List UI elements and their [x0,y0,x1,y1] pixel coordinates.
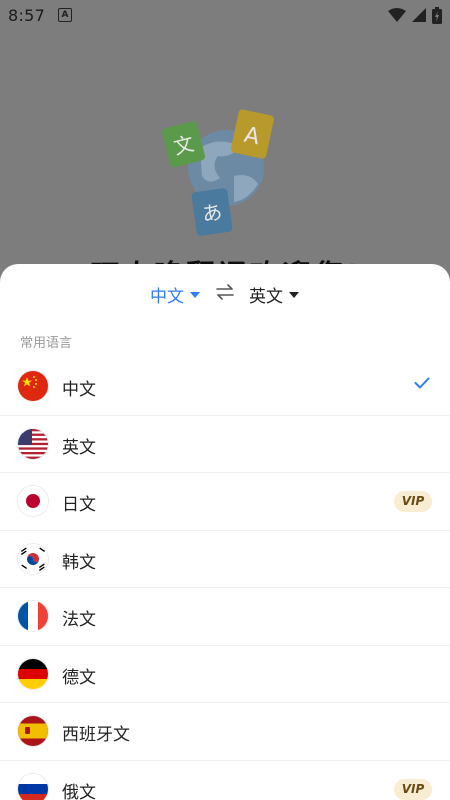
signal-icon [412,8,426,22]
language-label: 日文 [62,495,96,515]
status-icons [388,6,442,24]
language-item-chinese[interactable]: 中文 [0,358,450,416]
checkmark-icon [414,377,430,389]
wifi-icon [388,8,406,22]
chevron-down-icon [289,291,299,298]
hero-section: 文 A あ 叮小咚翻译欢迎您! [0,30,450,292]
china-flag-icon [18,371,48,401]
status-bar: 8:57 A [0,0,450,30]
source-language-label: 中文 [150,287,184,307]
language-label: 法文 [62,610,96,630]
language-item-german[interactable]: 德文 [0,646,450,703]
language-label: 韩文 [62,552,96,573]
chevron-down-icon [190,291,200,298]
source-language-selector[interactable]: 中文 [150,282,200,307]
section-title-common-languages: 常用语言 [20,336,73,351]
language-label: 德文 [62,667,96,688]
germany-flag-icon [18,658,48,689]
target-language-label: 英文 [249,287,283,307]
swap-languages-icon[interactable] [216,284,234,300]
language-list: 中文 英文 日文 VIP 韩文 法文 德文 西班牙文 俄文 VIP [0,358,450,800]
target-language-selector[interactable]: 英文 [249,282,299,307]
vip-badge: VIP [394,778,432,800]
status-time: 8:57 [8,6,46,25]
france-flag-icon [18,601,48,631]
language-item-korean[interactable]: 韩文 [0,531,450,588]
russia-flag-icon [18,773,48,800]
battery-icon [432,6,442,24]
language-label: 英文 [62,437,96,458]
language-item-english[interactable]: 英文 [0,416,450,473]
hero-glyph-a-jp: あ [201,200,224,227]
language-label: 西班牙文 [62,725,130,745]
language-item-spanish[interactable]: 西班牙文 [0,703,450,761]
language-label: 中文 [62,380,96,400]
language-picker-sheet: 中文 英文 常用语言 中文 英文 日文 VIP 韩文 法文 德文 西班牙文 俄文… [0,264,450,800]
vip-badge: VIP [394,491,432,512]
language-item-russian[interactable]: 俄文 VIP [0,761,450,800]
korea-flag-icon [18,543,48,574]
translation-globe-icon: 文 A あ [162,109,274,236]
usa-flag-icon [18,428,48,459]
japan-flag-icon [18,486,48,516]
language-switcher: 中文 英文 [0,282,450,307]
notification-icon: A [58,8,72,22]
language-label: 俄文 [62,782,96,800]
language-item-japanese[interactable]: 日文 VIP [0,473,450,531]
spain-flag-icon [18,716,48,746]
language-item-french[interactable]: 法文 [0,588,450,646]
